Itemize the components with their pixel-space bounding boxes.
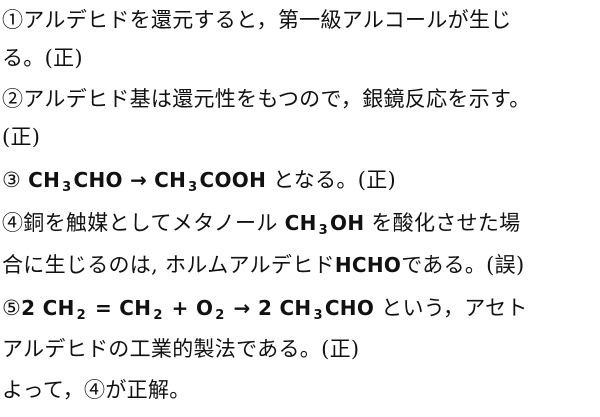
statement-3-tail: となる。(正) (273, 168, 396, 192)
statement-5-tail: という，アセト (381, 296, 528, 320)
formula-part: + O (171, 296, 214, 320)
formula-hcho: HCHO (334, 253, 402, 277)
subscript: 2 (76, 308, 86, 323)
statement-1-line-2: る。(正) (2, 46, 83, 70)
formula-part: = CH (94, 296, 152, 320)
statement-5-line-1: ⑤2 CH 2 = CH 2 + O2 → 2 CH 3 CHO という，アセト (2, 288, 528, 328)
statement-3-number: ③ (2, 168, 22, 192)
subscript: 3 (313, 308, 323, 323)
subscript: 3 (318, 223, 329, 238)
statement-5-line-2: アルデヒドの工業的製法である。(正) (2, 337, 360, 361)
formula-ch3-a: CH (28, 168, 61, 192)
formula-ch3: CH (284, 211, 317, 235)
formula-part: → 2 CH (233, 296, 312, 320)
formula-cho: CHO → (73, 168, 148, 192)
statement-2-line-1: ②アルデヒド基は還元性をもつので，銀鏡反応を示す。 (2, 87, 531, 111)
formula-part: CHO (324, 296, 375, 320)
subscript: 3 (188, 180, 198, 195)
subscript: 2 (153, 308, 163, 323)
statement-4-line-2-head: 合に生じるのは, ホルムアルデヒド (2, 253, 335, 277)
statement-2-line-2: (正) (2, 125, 41, 149)
statement-3: ③ CH 3 CHO → CH 3 COOH となる。(正) (2, 160, 396, 200)
subscript: 3 (62, 180, 72, 195)
formula-cooh: COOH (199, 168, 267, 192)
statement-4-head: ④銅を触媒としてメタノール (2, 211, 278, 235)
formula-ch3-b: CH (154, 168, 187, 192)
statement-1-line-1: ①アルデヒドを還元すると，第一級アルコールが生じ (2, 8, 512, 32)
statement-4-line-2-tail: である。(誤) (401, 253, 525, 277)
statement-4-line-1: ④銅を触媒としてメタノール CH 3 OH を酸化させた場 (2, 203, 520, 243)
formula-oh: OH (330, 211, 365, 235)
formula-part: 2 CH (21, 296, 75, 320)
conclusion: よって，④が正解。 (2, 378, 191, 402)
statement-4-line-2: 合に生じるのは, ホルムアルデヒドHCHOである。(誤) (2, 245, 524, 285)
subscript: 2 (215, 308, 225, 323)
statement-5-number: ⑤ (2, 296, 22, 320)
statement-4-tail: を酸化させた場 (371, 211, 521, 235)
